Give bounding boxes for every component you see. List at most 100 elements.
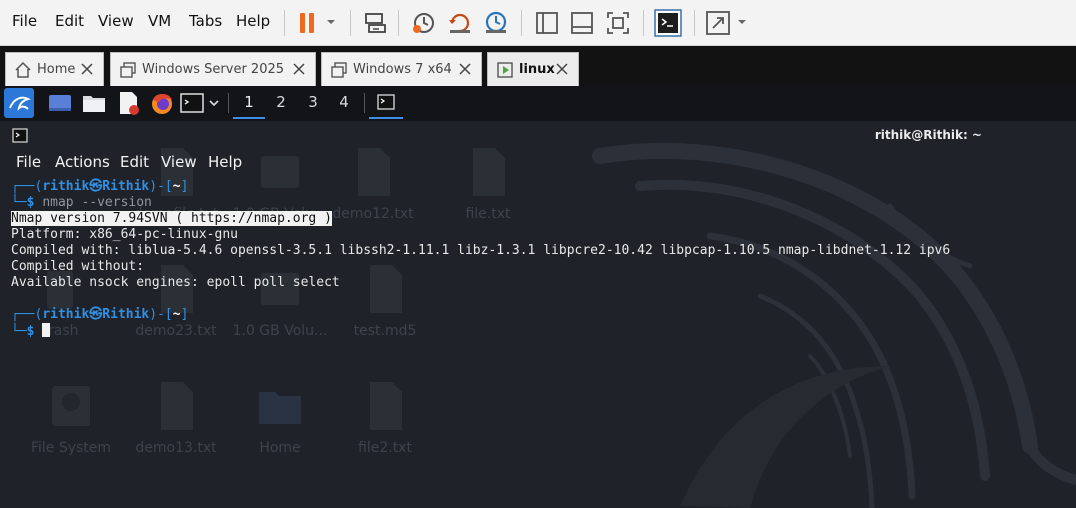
desktop-icon-file[interactable]: file2.txt [335, 380, 435, 456]
file-manager-icon[interactable] [81, 90, 107, 116]
desktop-icon-label: demo13.txt [135, 440, 217, 456]
vm-running-icon [497, 62, 513, 78]
fullscreen-icon[interactable] [704, 9, 732, 37]
output-line: Nmap version 7.94SVN ( https://nmap.org … [11, 211, 332, 227]
menu-view[interactable]: View [98, 12, 134, 30]
text-file-icon [370, 265, 402, 313]
tab-windows-7-x64[interactable]: Windows 7 x64 [321, 52, 482, 86]
prompt-host: Rithik [102, 179, 150, 194]
desktop-icon-label: file.txt [465, 206, 511, 222]
chevron-down-icon[interactable] [209, 98, 219, 108]
firefox-icon[interactable] [149, 90, 175, 116]
close-icon[interactable] [292, 62, 306, 76]
toolbar-separator [521, 10, 522, 36]
library-view-icon[interactable] [533, 9, 561, 37]
console-view-icon[interactable] [654, 9, 682, 37]
prompt-line: ┌──(rithik㉿Rithik)-[~] [11, 179, 189, 194]
panel-separator [364, 93, 365, 113]
desktop-icon-file[interactable]: demo13.txt [126, 380, 226, 456]
desktop-icon-label: demo12.txt [332, 206, 414, 222]
selected-text: Nmap version 7.94SVN ( https://nmap.org … [11, 211, 332, 226]
home-folder-icon [259, 392, 301, 424]
chevron-down-icon[interactable] [737, 17, 747, 27]
command-text: nmap --version [42, 195, 152, 210]
terminal-menu-actions[interactable]: Actions [55, 153, 110, 171]
vm-icon [120, 62, 136, 78]
thumbnail-view-icon[interactable] [568, 9, 596, 37]
kali-top-panel: 1 2 3 4 [0, 86, 1076, 121]
pause-icon[interactable] [293, 9, 321, 37]
revert-snapshot-icon[interactable] [446, 9, 474, 37]
tab-linux[interactable]: linux [487, 52, 579, 86]
workspace-1[interactable]: 1 [233, 86, 265, 119]
terminal-menu-file[interactable]: File [16, 153, 41, 171]
send-keys-icon[interactable] [361, 9, 389, 37]
workspace-2[interactable]: 2 [265, 86, 297, 119]
tab-home[interactable]: Home [5, 52, 104, 86]
menu-vm[interactable]: VM [148, 12, 171, 30]
fit-guest-icon[interactable] [604, 9, 632, 37]
text-cursor [42, 323, 51, 337]
menu-file[interactable]: File [12, 12, 37, 30]
taskbar-terminal-window[interactable] [369, 86, 403, 119]
tab-windows-server-2025[interactable]: Windows Server 2025 [110, 52, 316, 86]
terminal-icon [377, 94, 395, 110]
desktop-icon-label: demo23.txt [135, 323, 217, 339]
terminal-menu-help[interactable]: Help [208, 153, 242, 171]
prompt-dir: ~ [172, 307, 181, 322]
terminal-menu-edit[interactable]: Edit [120, 153, 149, 171]
vm-icon [331, 62, 347, 78]
menu-edit[interactable]: Edit [55, 12, 84, 30]
close-icon[interactable] [80, 62, 94, 76]
prompt-host: Rithik [102, 307, 150, 322]
desktop-icon-label: File System [30, 440, 112, 456]
text-file-icon [161, 382, 193, 430]
terminal-menu-view[interactable]: View [161, 153, 197, 171]
desktop-icon-label: test.md5 [353, 323, 417, 339]
terminal-menubar: File Actions Edit View Help [0, 151, 1076, 177]
prompt-user: rithik [42, 307, 90, 322]
command-line: └─$ nmap --version [11, 195, 152, 210]
toolbar-separator [643, 10, 644, 36]
output-line: Compiled with: liblua-5.4.6 openssl-3.5.… [11, 243, 951, 258]
chevron-down-icon[interactable] [326, 17, 336, 27]
prompt-line: ┌──(rithik㉿Rithik)-[~] [11, 307, 189, 322]
workspace-3[interactable]: 3 [297, 86, 329, 119]
terminal-icon[interactable] [180, 90, 204, 116]
show-desktop-icon[interactable] [47, 90, 73, 116]
terminal-title: rithik@Rithik: ~ [874, 128, 982, 142]
snapshot-manager-icon[interactable] [482, 9, 510, 37]
text-file-icon [370, 382, 402, 430]
toolbar-separator [694, 10, 695, 36]
tab-label: Home [37, 62, 76, 77]
vmware-menubar: File Edit View VM Tabs Help [0, 0, 1076, 46]
output-line: Platform: x86_64-pc-linux-gnu [11, 227, 238, 242]
close-icon[interactable] [458, 62, 472, 76]
close-icon[interactable] [555, 62, 569, 76]
workspace-4[interactable]: 4 [328, 86, 360, 119]
desktop-icon-label: file2.txt [358, 440, 412, 456]
hard-disk-icon [52, 386, 90, 426]
snapshot-icon[interactable] [410, 9, 438, 37]
toolbar-separator [398, 10, 399, 36]
desktop-icon-label: Home [259, 440, 301, 456]
desktop-icon-label: 1.0 GB Volu... [232, 323, 328, 339]
menu-help[interactable]: Help [236, 12, 270, 30]
text-editor-icon[interactable] [115, 90, 141, 116]
terminal-icon [12, 128, 28, 143]
prompt-dir: ~ [172, 179, 181, 194]
home-icon [15, 61, 31, 78]
tab-label: Windows 7 x64 [353, 62, 452, 77]
kali-menu-icon[interactable] [4, 88, 34, 118]
command-line: └─$ [11, 323, 51, 339]
output-line: Available nsock engines: epoll poll sele… [11, 275, 340, 290]
desktop-icon-home[interactable]: Home [230, 380, 330, 456]
panel-separator [228, 93, 229, 113]
desktop-icon-file[interactable]: test.md5 [335, 263, 435, 339]
output-line: Compiled without: [11, 259, 145, 274]
menu-tabs[interactable]: Tabs [189, 12, 222, 30]
desktop-icon-filesystem[interactable]: File System [21, 380, 121, 456]
tab-label: linux [519, 62, 555, 77]
terminal-titlebar: rithik@Rithik: ~ [0, 121, 1076, 151]
prompt-user: rithik [42, 179, 90, 194]
